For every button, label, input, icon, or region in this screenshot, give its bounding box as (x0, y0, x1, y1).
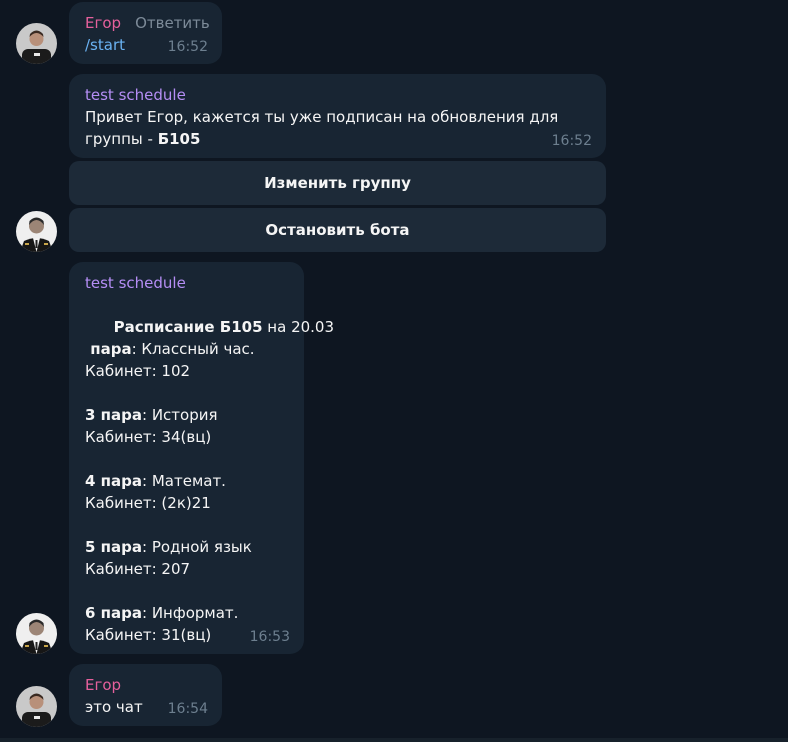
message-time: 16:54 (167, 701, 208, 717)
message-text-line: Привет Егор, кажется ты уже подписан на … (85, 108, 559, 126)
lesson-line: 4 пара: Математ. (85, 470, 288, 492)
bot-avatar[interactable] (16, 613, 57, 654)
change-group-button[interactable]: Изменить группу (69, 161, 606, 205)
lesson-line: 3 пара: История (85, 404, 288, 426)
schedule-title: Расписание Б105 (113, 318, 263, 336)
message-text-line: группы - Б105 (85, 128, 590, 150)
lesson-number: 4 пара (85, 472, 143, 490)
lesson-room: Кабинет: 34(вц) (85, 428, 212, 446)
user-avatar[interactable] (16, 23, 57, 64)
sender-row: Егор Ответить (85, 12, 210, 34)
message-bubble-user-text[interactable]: Егор это чат 16:54 (69, 664, 222, 726)
lesson-room: Кабинет: 102 (85, 362, 191, 380)
lesson-number: 3 пара (85, 406, 143, 424)
stop-bot-button[interactable]: Остановить бота (69, 208, 606, 252)
lesson-line: 5 пара: Родной язык (85, 536, 288, 558)
message-bubble-user-start[interactable]: Егор Ответить /start 16:52 (69, 2, 222, 64)
message-bubble-bot-greeting[interactable]: test schedule Привет Егор, кажется ты уж… (69, 74, 606, 158)
sender-name[interactable]: test schedule (85, 84, 590, 106)
lesson-subject: : Информат. (142, 604, 239, 622)
lesson-number: 5 пара (85, 538, 143, 556)
sender-name[interactable]: Егор (85, 674, 206, 696)
lesson-number: 6 пара (85, 604, 143, 622)
lesson-subject: : Родной язык (142, 538, 252, 556)
lesson-line: 6 пара: Информат. (85, 602, 288, 624)
user-avatar[interactable] (16, 686, 57, 727)
lesson-room: Кабинет: (2к)21 (85, 494, 211, 512)
message-time: 16:53 (249, 629, 290, 645)
bot-avatar[interactable] (16, 211, 57, 252)
group-name: Б105 (157, 130, 201, 148)
schedule-header: Расписание Б105 на 20.03 (85, 294, 334, 336)
message-time: 16:52 (551, 133, 592, 149)
lesson-line: пара: Классный час. (85, 338, 288, 360)
composer-edge (0, 738, 788, 742)
reply-button[interactable]: Ответить (135, 14, 210, 32)
lesson-room: Кабинет: 207 (85, 560, 191, 578)
lesson-number: пара (85, 340, 132, 358)
schedule-date: на 20.03 (262, 318, 335, 336)
message-text-prefix: группы - (85, 130, 158, 148)
lesson-subject: : История (142, 406, 218, 424)
sender-name[interactable]: test schedule (85, 272, 288, 294)
chat-history: Егор Ответить /start 16:52 test schedule … (0, 0, 788, 742)
lesson-subject: : Математ. (142, 472, 226, 490)
message-bubble-bot-schedule[interactable]: test schedule Расписание Б105 на 20.03 п… (69, 262, 334, 654)
sender-name[interactable]: Егор (85, 14, 121, 32)
message-time: 16:52 (167, 39, 208, 55)
lesson-subject: : Классный час. (131, 340, 255, 358)
